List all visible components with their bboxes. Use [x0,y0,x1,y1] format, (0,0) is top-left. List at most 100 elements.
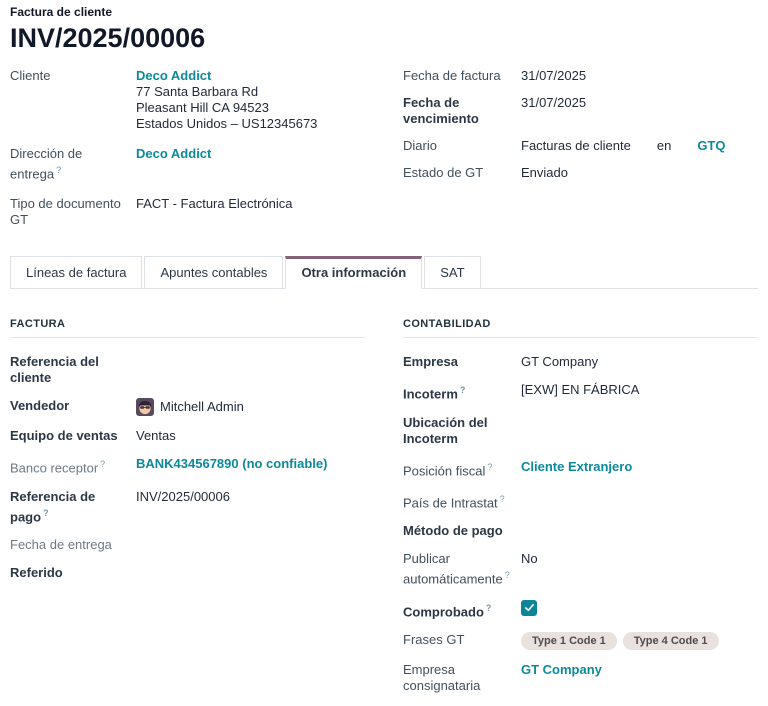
journal-field[interactable]: Facturas de cliente [521,138,631,154]
field-row-recipient-bank: Banco receptor? BANK434567890 (no confia… [10,456,365,476]
intrastat-country-label: País de Intrastat? [403,491,521,511]
customer-address-line: Pleasant Hill CA 94523 [136,100,365,116]
incoterm-field[interactable]: [EXW] EN FÁBRICA [521,382,758,398]
help-icon: ? [486,603,492,613]
delivery-date-field[interactable] [136,537,365,553]
sales-team-label: Equipo de ventas [10,428,136,444]
customer-reference-label: Referencia del cliente [10,354,136,386]
breadcrumb-doc-type: Factura de cliente [10,4,758,20]
customer-address-line: 77 Santa Barbara Rd [136,84,365,100]
invoice-number-title: INV/2025/00006 [10,22,758,54]
help-icon: ? [487,462,492,472]
field-row-incoterm-location: Ubicación del Incoterm [403,415,758,447]
payment-method-label: Método de pago [403,523,521,539]
due-date-field[interactable]: 31/07/2025 [521,95,758,111]
field-row-company: Empresa GT Company [403,354,758,370]
delivery-address-link[interactable]: Deco Addict [136,146,211,161]
top-fields: Cliente Deco Addict 77 Santa Barbara Rd … [10,68,758,239]
recipient-bank-label: Banco receptor? [10,456,136,476]
field-row-journal: Diario Facturas de cliente en GTQ [403,138,758,154]
referral-label: Referido [10,565,136,581]
field-row-delivery-address: Dirección de entrega? Deco Addict [10,146,365,182]
field-row-gt-doc-type: Tipo de documento GT FACT - Factura Elec… [10,196,365,228]
tab-other-info[interactable]: Otra información [285,256,422,289]
field-row-gt-phrases: Frases GT Type 1 Code 1 Type 4 Code 1 [403,632,758,650]
field-row-salesperson: Vendedor Mitchell Admin [10,398,365,416]
section-heading-contabilidad: CONTABILIDAD [403,318,758,338]
help-icon: ? [505,570,510,580]
help-icon: ? [43,508,49,518]
currency-link[interactable]: GTQ [697,138,725,154]
help-icon: ? [460,385,466,395]
salesperson-label: Vendedor [10,398,136,414]
field-row-due-date: Fecha de vencimiento 31/07/2025 [403,95,758,127]
fiscal-position-link[interactable]: Cliente Extranjero [521,459,632,474]
journal-label: Diario [403,138,521,154]
payment-reference-field[interactable]: INV/2025/00006 [136,489,365,505]
due-date-label: Fecha de vencimiento [403,95,521,127]
help-icon: ? [100,459,105,469]
field-row-checked: Comprobado? [403,600,758,620]
field-row-payment-method: Método de pago [403,523,758,539]
auto-post-label: Publicar automáticamente? [403,551,521,587]
salesperson-field[interactable]: Mitchell Admin [160,399,244,415]
journal-in-text: en [657,138,671,154]
recipient-bank-link[interactable]: BANK434567890 (no confiable) [136,456,327,471]
invoice-form: Factura de cliente INV/2025/00006 Client… [0,0,768,706]
gt-phrase-tag[interactable]: Type 4 Code 1 [623,632,719,650]
notebook-tabs: Líneas de factura Apuntes contables Otra… [10,256,758,289]
field-row-payment-reference: Referencia de pago? INV/2025/00006 [10,489,365,525]
field-row-intrastat-country: País de Intrastat? [403,491,758,511]
customer-address-line: Estados Unidos – US12345673 [136,116,365,132]
gt-status-label: Estado de GT [403,165,521,181]
payment-reference-label: Referencia de pago? [10,489,136,525]
customer-label: Cliente [10,68,136,84]
field-row-customer-reference: Referencia del cliente [10,354,365,386]
section-heading-factura: FACTURA [10,318,365,338]
delivery-address-label: Dirección de entrega? [10,146,136,182]
help-icon: ? [56,165,61,175]
customer-reference-field[interactable] [136,354,365,370]
incoterm-location-label: Ubicación del Incoterm [403,415,521,447]
field-row-gt-status: Estado de GT Enviado [403,165,758,181]
fiscal-position-label: Posición fiscal? [403,459,521,479]
company-field[interactable]: GT Company [521,354,758,370]
consignee-company-label: Empresa consignataria [403,662,521,694]
gt-status-field: Enviado [521,165,758,181]
section-contabilidad: CONTABILIDAD Empresa GT Company Incoterm… [403,318,758,706]
company-label: Empresa [403,354,521,370]
invoice-date-field[interactable]: 31/07/2025 [521,68,758,84]
customer-link[interactable]: Deco Addict [136,68,211,83]
salesperson-avatar [136,398,154,416]
invoice-date-label: Fecha de factura [403,68,521,84]
gt-phrase-tag[interactable]: Type 1 Code 1 [521,632,617,650]
gt-phrases-label: Frases GT [403,632,521,648]
checked-label: Comprobado? [403,600,521,620]
field-row-customer: Cliente Deco Addict 77 Santa Barbara Rd … [10,68,365,132]
help-icon: ? [500,494,505,504]
tab-invoice-lines[interactable]: Líneas de factura [10,256,142,288]
tab-sat[interactable]: SAT [424,256,480,288]
gt-doc-type-label: Tipo de documento GT [10,196,136,228]
field-row-fiscal-position: Posición fiscal? Cliente Extranjero [403,459,758,479]
incoterm-location-field[interactable] [521,415,758,431]
field-row-referral: Referido [10,565,365,581]
checked-checkbox[interactable] [521,600,537,616]
auto-post-field[interactable]: No [521,551,758,567]
referral-field[interactable] [136,565,365,581]
field-row-consignee-company: Empresa consignataria GT Company [403,662,758,694]
field-row-invoice-date: Fecha de factura 31/07/2025 [403,68,758,84]
gt-doc-type-field[interactable]: FACT - Factura Electrónica [136,196,365,212]
intrastat-country-field[interactable] [521,491,758,507]
incoterm-label: Incoterm? [403,382,521,402]
section-factura: FACTURA Referencia del cliente Vendedor [10,318,365,706]
sales-team-field[interactable]: Ventas [136,428,365,444]
field-row-incoterm: Incoterm? [EXW] EN FÁBRICA [403,382,758,402]
delivery-date-label: Fecha de entrega [10,537,136,553]
consignee-company-link[interactable]: GT Company [521,662,602,677]
field-row-auto-post: Publicar automáticamente? No [403,551,758,587]
other-info-tab-content: FACTURA Referencia del cliente Vendedor [10,318,758,706]
tab-journal-items[interactable]: Apuntes contables [144,256,283,288]
payment-method-field[interactable] [521,523,758,539]
field-row-delivery-date: Fecha de entrega [10,537,365,553]
